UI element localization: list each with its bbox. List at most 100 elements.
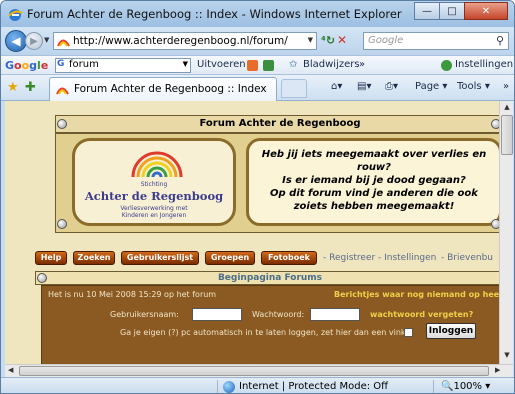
google-toolbar: Google G forum ▼ Uitvoeren ✩ Bladwijzers…	[1, 55, 514, 75]
google-search-value: forum	[69, 59, 99, 70]
refresh-icon[interactable]: ⁴↻	[321, 34, 335, 47]
settings-link[interactable]: - Instellingen	[378, 253, 436, 263]
forum-banner: Stichting Achter de Regenboog Verliesver…	[55, 133, 499, 233]
zoom-level[interactable]: 🔍100% ▾	[441, 381, 490, 392]
login-button[interactable]: Inloggen	[426, 323, 476, 339]
current-date-text: Het is nu 10 Mei 2008 15:29 op het forum	[48, 290, 217, 299]
page-menu-label: Page	[415, 81, 440, 92]
screw-icon	[37, 273, 47, 283]
forum-logo[interactable]: Stichting Achter de Regenboog Verliesver…	[72, 138, 236, 226]
home-icon[interactable]: ⌂▾	[331, 81, 342, 92]
screw-icon	[57, 119, 67, 129]
page-menu[interactable]: Page ▾	[415, 81, 447, 92]
message-line: Heb jij iets meegemaakt over verlies en	[261, 149, 487, 160]
settings-icon	[441, 60, 452, 71]
horizontal-scroll-thumb[interactable]	[19, 366, 489, 376]
feeds-icon[interactable]: ▤▾	[357, 81, 371, 92]
uitvoeren-button[interactable]: Uitvoeren	[197, 59, 246, 70]
mailbox-link[interactable]: - Brievenbu	[441, 253, 493, 263]
logo-subtitle-line1: Verliesverwerking met	[120, 205, 188, 212]
bladwijzers-button[interactable]: Bladwijzers	[303, 59, 360, 70]
add-favorites-icon[interactable]: ✚	[25, 80, 36, 95]
history-dropdown-icon[interactable]: ▼	[44, 36, 49, 44]
tab-favicon	[56, 87, 69, 95]
scroll-right-icon[interactable]: ▶	[495, 366, 500, 374]
rainbow-sun-icon	[131, 151, 183, 177]
ie-icon	[8, 9, 23, 21]
scroll-down-icon[interactable]: ▼	[502, 351, 512, 361]
tab-row: ★ ✚ Forum Achter de Regenboog :: Index ⌂…	[1, 75, 514, 101]
settings-link-text: Instellingen	[384, 253, 437, 263]
forward-button[interactable]: ▶	[25, 32, 43, 50]
screw-icon	[491, 219, 499, 229]
tools-menu[interactable]: Tools ▾	[457, 81, 490, 92]
scroll-up-icon[interactable]: ▲	[502, 103, 512, 113]
vertical-scroll-thumb[interactable]	[501, 115, 513, 155]
zoom-value: 100%	[453, 381, 483, 392]
vertical-scrollbar[interactable]: ▲ ▼	[499, 101, 513, 364]
window-title: Forum Achter de Regenboog :: Index - Win…	[27, 7, 402, 21]
toolbar-more-button[interactable]: »	[359, 59, 365, 70]
horizontal-scrollbar[interactable]: ◀ ▶	[5, 364, 513, 377]
forum-nav: Help Zoeken Gebruikerslijst Groepen Foto…	[5, 251, 499, 267]
maximize-button[interactable]: □	[439, 2, 465, 20]
new-tab-button[interactable]	[281, 79, 307, 98]
status-separator	[433, 380, 434, 393]
unanswered-posts-link[interactable]: Berichtjes waar nog niemand op heeft ge	[334, 290, 499, 299]
tab-forum[interactable]: Forum Achter de Regenboog :: Index	[49, 77, 277, 101]
back-button[interactable]: ◀	[5, 30, 27, 52]
auto-login-text: Ga je eigen (?) pc automatisch in te lat…	[120, 328, 413, 337]
security-zone[interactable]: Internet | Protected Mode: Off	[239, 381, 388, 392]
panel-title[interactable]: Beginpagina Forums	[35, 271, 499, 285]
search-placeholder: Google	[368, 35, 404, 46]
screw-icon	[57, 219, 67, 229]
search-box[interactable]: Google ⚲	[363, 32, 509, 50]
username-label: Gebruikersnaam:	[110, 310, 179, 319]
minimize-button[interactable]: —	[414, 2, 440, 20]
tools-menu-label: Tools	[457, 81, 482, 92]
password-label: Wachtwoord:	[252, 310, 305, 319]
forum-header: Forum Achter de Regenboog	[55, 115, 499, 133]
message-line: rouw?	[357, 162, 391, 173]
logo-subtitle-top: Stichting	[140, 181, 168, 188]
google-logo: Google	[5, 59, 49, 72]
page-content: Forum Achter de Regenboog Stichting Acht…	[5, 101, 499, 364]
close-button[interactable]: ✕	[464, 2, 508, 20]
groups-button[interactable]: Groepen	[205, 251, 255, 265]
browser-window: Forum Achter de Regenboog :: Index - Win…	[0, 0, 515, 394]
help-button[interactable]: Help	[35, 251, 67, 265]
register-link[interactable]: - Registreer	[323, 253, 375, 263]
address-dropdown-icon[interactable]: ▼	[308, 36, 313, 44]
title-bar[interactable]: Forum Achter de Regenboog :: Index - Win…	[1, 1, 514, 27]
address-bar[interactable]: http://www.achterderegenboog.nl/forum/ ▼	[53, 32, 317, 50]
password-input[interactable]	[310, 308, 360, 321]
internet-globe-icon	[223, 381, 235, 393]
register-link-text: Registreer	[329, 253, 376, 263]
print-icon[interactable]: ⎙▾	[385, 81, 398, 92]
instellingen-button[interactable]: Instellingen	[455, 59, 513, 70]
memberlist-button[interactable]: Gebruikerslijst	[121, 251, 199, 265]
google-search-dropdown-icon[interactable]: ▼	[183, 60, 188, 68]
scroll-left-icon[interactable]: ◀	[8, 366, 13, 374]
status-bar: Internet | Protected Mode: Off 🔍100% ▾	[1, 377, 514, 393]
bookmark-star-icon[interactable]: ✩	[289, 59, 297, 70]
google-g-icon: G	[57, 59, 65, 69]
logo-name: Achter de Regenboog	[84, 189, 224, 203]
google-search-input[interactable]: G forum ▼	[55, 58, 191, 73]
gmail-icon[interactable]	[247, 60, 258, 71]
auto-login-checkbox[interactable]	[404, 328, 413, 337]
url-text: http://www.achterderegenboog.nl/forum/	[73, 35, 288, 47]
favorites-star-icon[interactable]: ★	[7, 80, 19, 95]
stop-icon[interactable]: ✕	[337, 33, 347, 47]
message-line: Is er iemand bij je dood gegaan?	[282, 175, 466, 186]
photobook-button[interactable]: Fotoboek	[261, 251, 317, 265]
login-panel: Het is nu 10 Mei 2008 15:29 op het forum…	[41, 285, 499, 364]
message-line: Op dit forum vind je anderen die ook	[270, 188, 478, 199]
search-icon[interactable]: ⚲	[496, 34, 504, 47]
username-input[interactable]	[192, 308, 242, 321]
commands-more-button[interactable]: »	[503, 81, 509, 92]
forgot-password-link[interactable]: wachtwoord vergeten?	[370, 310, 473, 319]
search-button[interactable]: Zoeken	[73, 251, 115, 265]
screw-icon	[491, 119, 499, 129]
pagerank-icon[interactable]	[263, 60, 274, 71]
